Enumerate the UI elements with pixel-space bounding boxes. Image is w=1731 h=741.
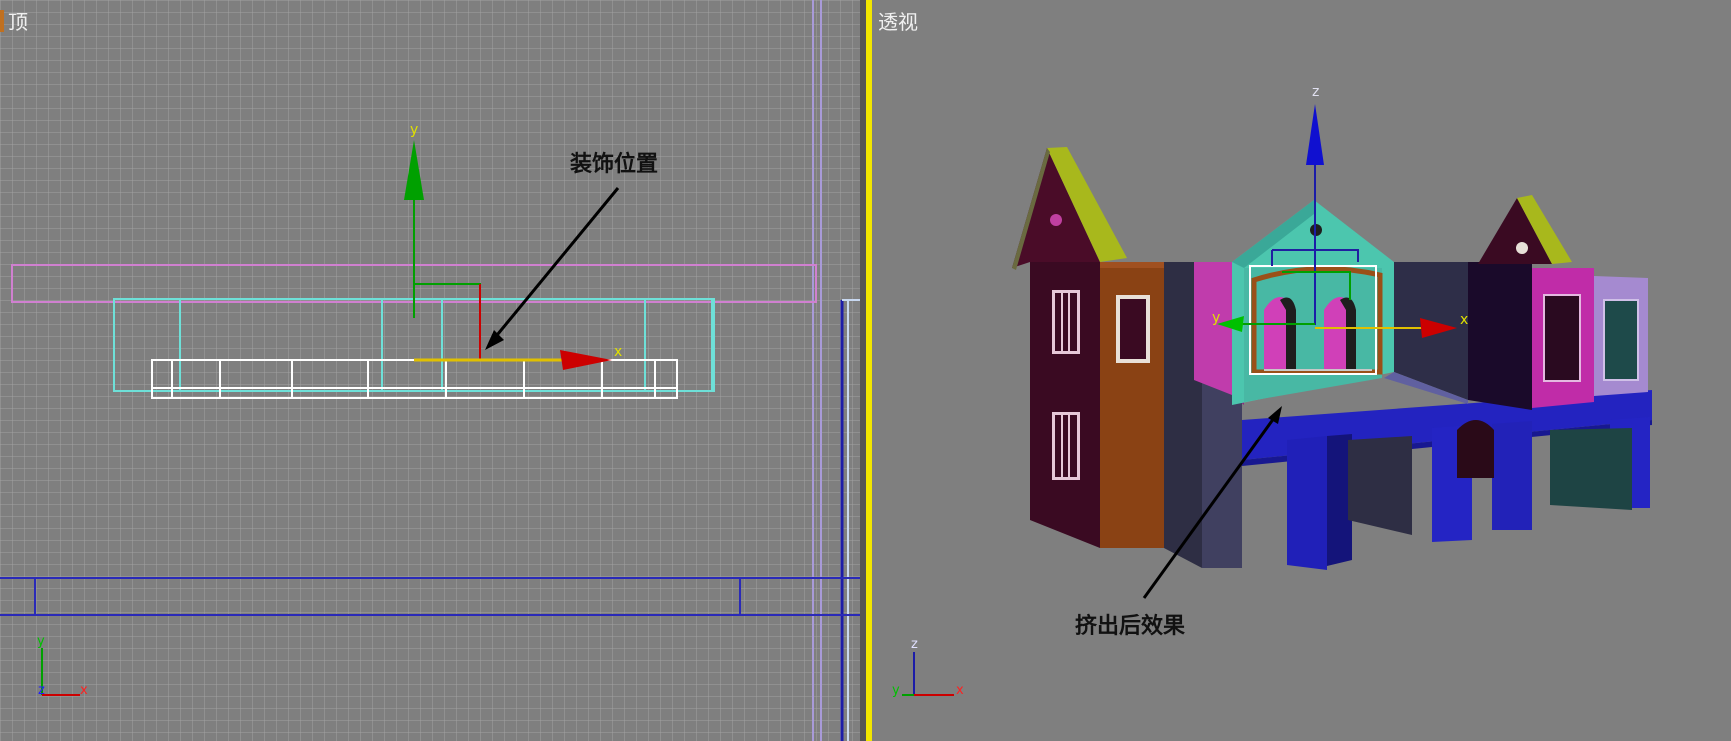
perspective-viewport[interactable]: z y x z x y 透视 挤出后效果 bbox=[872, 0, 1731, 741]
grid bbox=[0, 0, 860, 741]
gizmo-z-label: z bbox=[1312, 84, 1319, 100]
gizmo-y-label: y bbox=[1212, 310, 1220, 326]
gizmo-x-label: x bbox=[614, 344, 622, 360]
gizmo-y-label: y bbox=[410, 122, 418, 138]
perspective-viewport-canvas[interactable]: z y x z x y bbox=[872, 0, 1731, 741]
tripod-z-label: z bbox=[38, 683, 45, 698]
gizmo-x-label: x bbox=[1460, 312, 1468, 328]
annotation-decoration-position: 装饰位置 bbox=[570, 152, 659, 177]
annotation-extrude-result: 挤出后效果 bbox=[1075, 614, 1186, 639]
tripod-z-label: z bbox=[911, 637, 918, 652]
tripod-y-label: y bbox=[37, 634, 45, 649]
viewport-label-perspective[interactable]: 透视 bbox=[878, 6, 918, 35]
tripod-x-label: x bbox=[80, 683, 88, 698]
tripod-x-label: x bbox=[956, 683, 964, 698]
top-viewport[interactable]: y x y x z 顶 装饰位置 bbox=[0, 0, 860, 741]
app-root: y x y x z 顶 装饰位置 z y x z x y 透视 挤出后效果 bbox=[0, 0, 1731, 741]
viewport-menu-marker[interactable] bbox=[0, 10, 4, 32]
top-viewport-canvas[interactable]: y x y x z bbox=[0, 0, 860, 741]
tripod-y-label: y bbox=[892, 683, 900, 698]
viewport-label-top[interactable]: 顶 bbox=[8, 6, 28, 35]
